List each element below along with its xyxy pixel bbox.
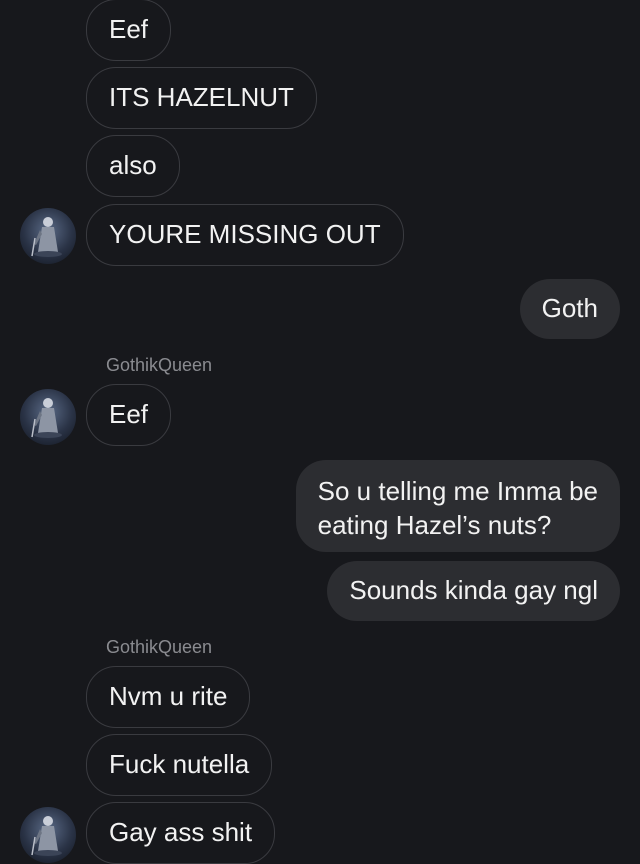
avatar[interactable] bbox=[20, 208, 76, 264]
avatar[interactable] bbox=[20, 389, 76, 445]
message-bubble-incoming[interactable]: Eef bbox=[86, 0, 172, 61]
sender-name: GothikQueen bbox=[106, 637, 213, 657]
gothic-figure-icon bbox=[31, 398, 62, 438]
gothic-figure-icon bbox=[31, 217, 62, 257]
sender-name: GothikQueen bbox=[106, 355, 213, 375]
message-bubble-outgoing[interactable]: So u telling me Imma be eating Hazel’s n… bbox=[295, 460, 620, 552]
message-bubble-incoming[interactable]: Gay ass shit bbox=[86, 802, 276, 864]
message-bubble-incoming[interactable]: Nvm u rite bbox=[86, 666, 251, 728]
message-bubble-incoming[interactable]: ITS HAZELNUT bbox=[86, 67, 317, 129]
message-bubble-outgoing[interactable]: Goth bbox=[519, 279, 620, 339]
gothic-figure-icon bbox=[31, 816, 62, 856]
avatar[interactable] bbox=[20, 807, 76, 863]
message-bubble-outgoing[interactable]: Sounds kinda gay ngl bbox=[327, 561, 620, 621]
message-bubble-incoming[interactable]: Fuck nutella bbox=[86, 734, 273, 796]
message-bubble-incoming[interactable]: also bbox=[86, 135, 180, 197]
message-bubble-incoming[interactable]: YOURE MISSING OUT bbox=[86, 204, 404, 266]
message-bubble-incoming[interactable]: Eef bbox=[86, 384, 172, 446]
